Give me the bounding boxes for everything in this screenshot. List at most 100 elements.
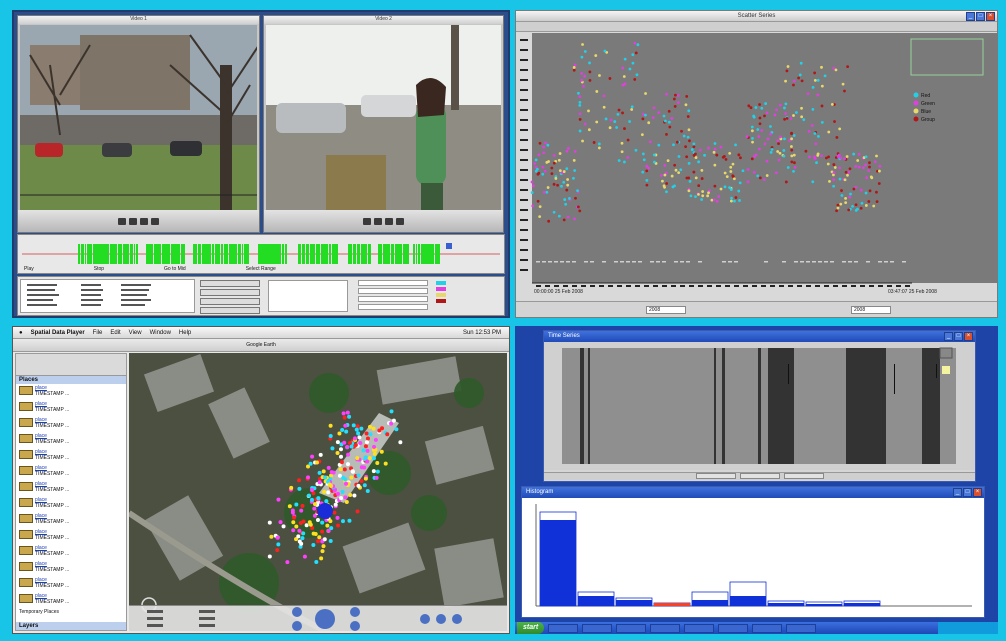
ts-button-1[interactable] (695, 473, 736, 479)
pause-icon[interactable] (140, 217, 148, 225)
menu-help[interactable]: Help (179, 330, 191, 336)
task-8[interactable] (786, 623, 817, 633)
task-3[interactable] (616, 623, 647, 633)
play-icon[interactable] (374, 217, 382, 225)
field-1[interactable] (358, 280, 428, 286)
maximize-icon[interactable]: □ (976, 12, 985, 21)
timeline-select-label[interactable]: Select Range (246, 266, 276, 272)
task-5[interactable] (684, 623, 715, 633)
next-icon[interactable] (151, 217, 159, 225)
panel-button-2[interactable] (200, 289, 260, 296)
email-map-icon[interactable] (452, 614, 462, 624)
temporary-places[interactable]: Temporary Places (16, 608, 126, 616)
start-button[interactable]: start (517, 622, 545, 634)
play-icon[interactable] (129, 217, 137, 225)
menu-view[interactable]: View (129, 330, 142, 336)
task-4[interactable] (650, 623, 681, 633)
activity-timeline[interactable]: Play Stop Go to Mid Select Range (17, 234, 505, 274)
close-icon[interactable]: × (986, 12, 995, 21)
places-header[interactable]: Places (16, 376, 126, 384)
scatter-point (844, 170, 848, 174)
scatter-toolbar[interactable] (516, 22, 997, 32)
minimize-icon[interactable]: _ (944, 332, 953, 341)
print-map-icon[interactable] (436, 614, 446, 624)
channel-list[interactable] (268, 280, 348, 312)
minimize-icon[interactable]: _ (966, 12, 975, 21)
timeline-mid-label-1[interactable]: Stop (94, 266, 104, 272)
place-item[interactable]: place TIMESTAMP ... (16, 400, 126, 416)
navigation-ring-icon[interactable] (315, 609, 335, 629)
mini-overview[interactable] (910, 38, 984, 76)
maximize-icon[interactable]: □ (963, 488, 972, 497)
app-name[interactable]: Spatial Data Player (31, 330, 85, 336)
ts-button-3[interactable] (783, 473, 824, 479)
task-7[interactable] (752, 623, 783, 633)
scatter-point (875, 200, 879, 204)
panel-button-3[interactable] (200, 298, 260, 305)
maximize-icon[interactable]: □ (954, 332, 963, 341)
map-point (356, 473, 361, 478)
panel-button-1[interactable] (200, 280, 260, 287)
pause-icon[interactable] (385, 217, 393, 225)
tilt-up-icon[interactable] (292, 607, 302, 617)
place-item[interactable]: place TIMESTAMP ... (16, 512, 126, 528)
place-item[interactable]: place TIMESTAMP ... (16, 496, 126, 512)
timeline-play-label[interactable]: Play (24, 266, 34, 272)
current-position-marker[interactable] (317, 503, 333, 519)
system-tray[interactable] (938, 622, 998, 634)
apple-icon[interactable]: ● (19, 330, 23, 336)
place-item[interactable]: place TIMESTAMP ... (16, 560, 126, 576)
place-item[interactable]: place TIMESTAMP ... (16, 544, 126, 560)
tilt-down-icon[interactable] (292, 621, 302, 631)
menu-edit[interactable]: Edit (110, 330, 120, 336)
scatter-plot[interactable]: Red Green Blue Group 00:00:00 25 Feb 2008 0… (516, 33, 997, 301)
next-icon[interactable] (396, 217, 404, 225)
panel-button-4[interactable] (200, 307, 260, 314)
timeline-mid-label-2[interactable]: Go to Mid (164, 266, 186, 272)
search-panel[interactable] (16, 354, 126, 376)
place-item[interactable]: place TIMESTAMP ... (16, 576, 126, 592)
place-item[interactable]: place TIMESTAMP ... (16, 432, 126, 448)
prev-icon[interactable] (363, 217, 371, 225)
menu-file[interactable]: File (93, 330, 103, 336)
task-6[interactable] (718, 623, 749, 633)
place-item[interactable]: place TIMESTAMP ... (16, 464, 126, 480)
video-right-controls[interactable] (264, 210, 503, 232)
minimize-icon[interactable]: _ (953, 488, 962, 497)
task-1[interactable] (548, 623, 579, 633)
scatter-point (827, 130, 831, 134)
ts-side-button-1[interactable] (939, 347, 953, 359)
timeline-marker[interactable] (446, 243, 452, 249)
baseline-dash (806, 261, 810, 263)
map-window-title: Google Earth (246, 342, 276, 348)
data-list[interactable] (20, 279, 195, 313)
field-2[interactable] (358, 288, 428, 294)
place-item[interactable]: place TIMESTAMP ... (16, 480, 126, 496)
ts-button-2[interactable] (739, 473, 780, 479)
place-item[interactable]: place TIMESTAMP ... (16, 528, 126, 544)
search-map-icon[interactable] (420, 614, 430, 624)
time-field-right[interactable]: 2008 (851, 306, 891, 314)
zoom-out-icon[interactable] (350, 621, 360, 631)
place-item[interactable]: place TIMESTAMP ... (16, 384, 126, 400)
video-left-controls[interactable] (18, 210, 259, 232)
field-3[interactable] (358, 296, 428, 302)
zoom-in-icon[interactable] (350, 607, 360, 617)
place-item[interactable]: place TIMESTAMP ... (16, 592, 126, 608)
place-item[interactable]: place TIMESTAMP ... (16, 416, 126, 432)
activity-bar (405, 244, 409, 264)
histogram-plot[interactable] (522, 498, 984, 616)
field-4[interactable] (358, 304, 428, 310)
layers-header[interactable]: Layers (16, 622, 126, 630)
task-2[interactable] (582, 623, 613, 633)
place-item[interactable]: place TIMESTAMP ... (16, 448, 126, 464)
satellite-map[interactable] (129, 353, 507, 631)
close-icon[interactable]: × (973, 488, 982, 497)
time-field-left[interactable]: 2008 (646, 306, 686, 314)
scatter-point (685, 94, 689, 98)
close-icon[interactable]: × (964, 332, 973, 341)
prev-icon[interactable] (118, 217, 126, 225)
time-series-plot[interactable] (544, 342, 975, 470)
map-point (322, 489, 327, 494)
menu-window[interactable]: Window (150, 330, 171, 336)
